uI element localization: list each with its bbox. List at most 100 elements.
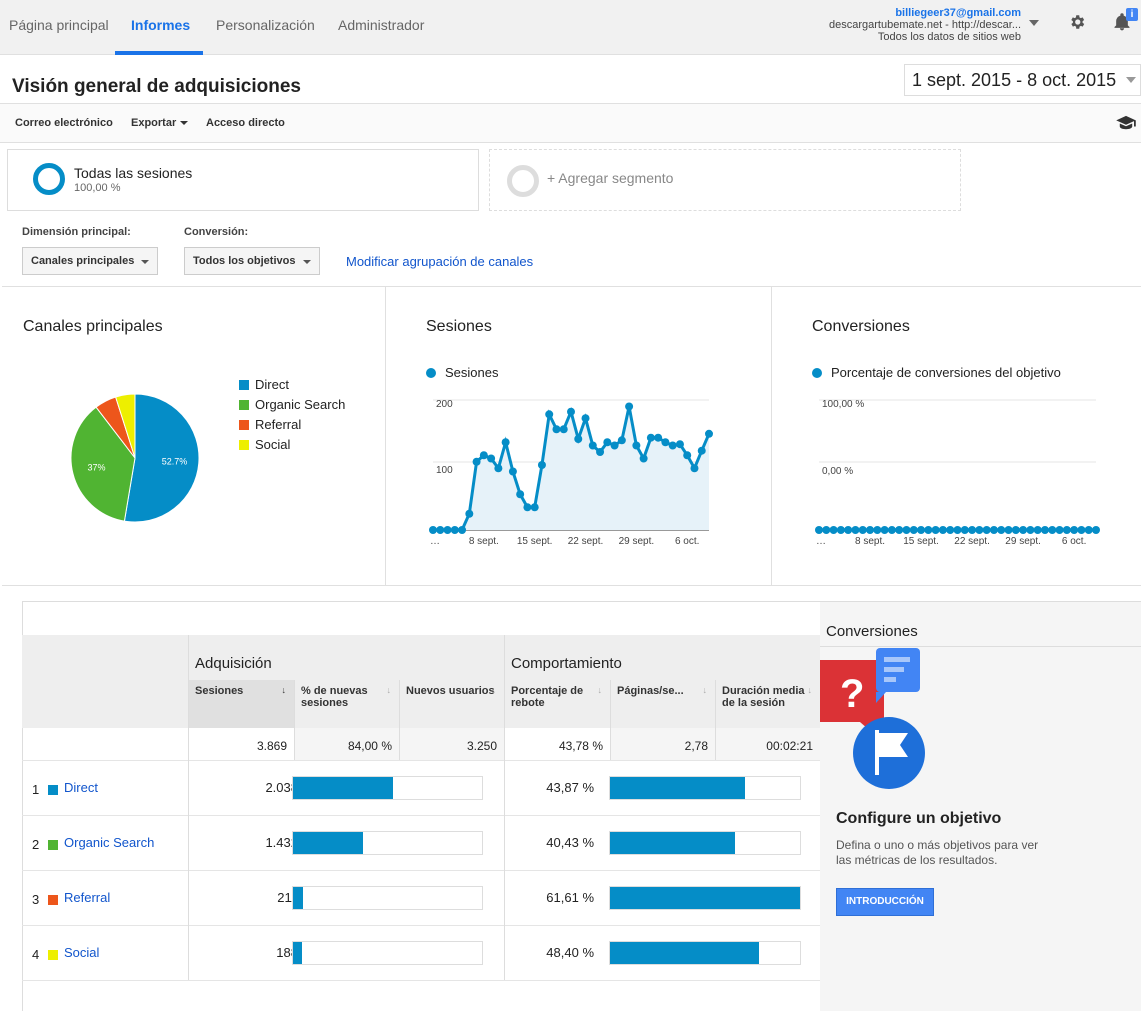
data-point	[909, 526, 918, 534]
col-pages-per-session[interactable]: Páginas/se... ↓	[610, 680, 715, 728]
date-end: 8 oct. 2015	[1027, 70, 1117, 90]
sessions-bar	[292, 886, 483, 910]
data-point	[968, 526, 977, 534]
svg-text:?: ?	[840, 672, 864, 716]
row-swatch	[48, 785, 58, 795]
pie-slice-label: 52.7%	[162, 456, 188, 466]
data-point	[646, 433, 655, 442]
conversions-legend: Porcentaje de conversiones del objetivo	[812, 365, 1061, 380]
legend-swatch	[239, 400, 249, 410]
x-tick-label: …	[816, 536, 826, 547]
row-bounce-rate: 40,43 %	[546, 835, 594, 850]
col-label: Páginas/se...	[617, 685, 684, 697]
primary-dimension-select[interactable]: Canales principales	[22, 247, 158, 275]
group-acquisition: Adquisición	[188, 635, 504, 680]
notification-badge[interactable]: i	[1126, 8, 1138, 21]
row-sessions: 1.432	[265, 835, 298, 850]
row-channel-link[interactable]: Social	[64, 945, 99, 960]
data-point	[567, 407, 575, 416]
data-point	[917, 526, 926, 534]
chevron-down-icon	[303, 260, 311, 264]
data-point	[887, 526, 896, 534]
conversions-panel-title: Conversiones	[826, 623, 918, 640]
total-bounce-rate: 43,78 %	[504, 728, 610, 760]
column-divider	[188, 728, 189, 980]
shortcut-button[interactable]: Acceso directo	[206, 117, 285, 129]
row-channel-link[interactable]: Direct	[64, 780, 98, 795]
table-row: 3 Referral 211 61,61 %	[22, 870, 820, 925]
modify-channel-grouping-link[interactable]: Modificar agrupación de canales	[346, 254, 533, 269]
data-point	[668, 441, 677, 450]
table-row: 2 Organic Search 1.432 40,43 %	[22, 815, 820, 870]
data-point	[458, 526, 467, 534]
col-bounce-rate[interactable]: Porcentaje de rebote ↓	[504, 680, 610, 728]
active-tab-indicator	[115, 51, 203, 55]
primary-dimension-label: Dimensión principal:	[22, 226, 131, 238]
data-point	[508, 467, 517, 476]
row-sessions: 188	[276, 945, 298, 960]
row-sessions: 211	[277, 890, 298, 905]
row-channel-link[interactable]: Referral	[64, 890, 110, 905]
bounce-bar-fill	[610, 832, 735, 854]
gear-icon[interactable]	[1068, 13, 1086, 31]
data-point	[574, 435, 583, 443]
col-label: Nuevos usuarios	[406, 685, 495, 697]
table-header-spacer	[22, 680, 188, 728]
col-new-users[interactable]: Nuevos usuarios ↓	[399, 680, 504, 728]
data-point	[829, 526, 838, 534]
segment-all-sessions[interactable]: Todas las sesiones 100,00 %	[7, 149, 479, 211]
column-divider	[504, 728, 505, 980]
bounce-bar	[609, 831, 801, 855]
total-sessions: 3.869	[188, 728, 294, 760]
data-point	[501, 438, 510, 447]
total-avg-duration: 00:02:21	[715, 728, 820, 760]
data-point	[654, 433, 663, 442]
conversion-select[interactable]: Todos los objetivos	[184, 247, 320, 275]
data-point	[924, 526, 933, 534]
x-tick-label: 22 sept.	[954, 536, 990, 547]
account-selector[interactable]: billiegeer37@gmail.com descargartubemate…	[829, 7, 1021, 43]
col-avg-duration[interactable]: Duración media de la sesión ↓	[715, 680, 820, 728]
x-tick-label: 6 oct.	[675, 536, 699, 547]
email-button[interactable]: Correo electrónico	[15, 117, 113, 129]
export-button[interactable]: Exportar	[131, 117, 189, 129]
legend-swatch	[239, 420, 249, 430]
segment-name: Todas las sesiones	[74, 165, 193, 181]
data-point	[1011, 526, 1020, 534]
data-point	[675, 440, 684, 449]
total-pages-per-session: 2,78	[610, 728, 715, 760]
get-started-button[interactable]: INTRODUCCIÓN	[836, 888, 934, 916]
row-channel-link[interactable]: Organic Search	[64, 835, 154, 850]
data-point	[487, 454, 496, 463]
tab-customization[interactable]: Personalización	[216, 17, 315, 33]
legend-label: Sesiones	[445, 365, 499, 380]
data-point	[559, 425, 568, 434]
segment-percentage: 100,00 %	[74, 182, 121, 194]
legend-label: Porcentaje de conversiones del objetivo	[831, 365, 1061, 380]
date-start: 1 sept. 2015	[912, 70, 1012, 90]
data-point	[552, 425, 561, 434]
row-swatch	[48, 950, 58, 960]
data-point	[1077, 526, 1086, 534]
sort-desc-icon: ↓	[281, 685, 287, 695]
tab-home[interactable]: Página principal	[9, 17, 109, 33]
data-point	[705, 429, 713, 438]
chevron-down-icon[interactable]	[1029, 20, 1039, 26]
data-point	[465, 509, 474, 518]
graduation-cap-icon[interactable]	[1115, 115, 1137, 131]
add-segment-button[interactable]: + Agregar segmento	[489, 149, 961, 211]
col-sessions[interactable]: Sesiones ↓	[188, 680, 294, 728]
tab-reports[interactable]: Informes	[131, 17, 190, 33]
chevron-down-icon	[180, 121, 189, 126]
col-label: Duración media de la sesión	[722, 685, 805, 709]
date-separator: -	[1016, 70, 1023, 90]
x-tick-label: 8 sept.	[469, 536, 499, 547]
sort-icon: ↓	[491, 685, 497, 695]
tab-admin[interactable]: Administrador	[338, 17, 424, 33]
data-point	[1070, 526, 1079, 534]
x-tick-label: 22 sept.	[568, 536, 604, 547]
row-bounce-rate: 48,40 %	[546, 945, 594, 960]
date-range-picker[interactable]: 1 sept. 2015 - 8 oct. 2015	[904, 64, 1141, 96]
col-new-sessions[interactable]: % de nuevas sesiones ↓	[294, 680, 399, 728]
pie-slice-label: 37%	[87, 463, 105, 473]
